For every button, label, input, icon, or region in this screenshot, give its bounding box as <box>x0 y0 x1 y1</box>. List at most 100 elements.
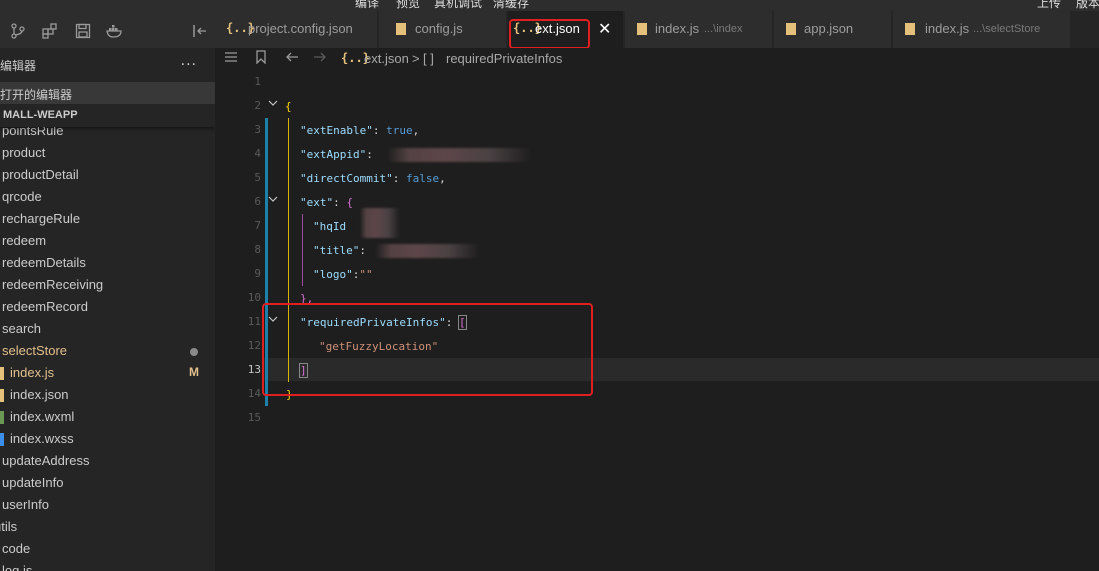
bookmark-icon[interactable] <box>255 50 267 67</box>
tree-item-log-js[interactable]: log.js <box>0 560 215 571</box>
redacted-blur <box>387 148 532 162</box>
tree-item-redeem[interactable]: redeem <box>0 230 215 252</box>
tree-item-code[interactable]: code <box>0 538 215 560</box>
menu-compile[interactable]: 编译 <box>355 0 379 11</box>
tree-item-label: index.js <box>10 365 55 380</box>
modified-dot-icon <box>190 348 198 356</box>
tree-item-utils[interactable]: utils <box>0 516 215 538</box>
tree-item-label: search <box>2 321 42 336</box>
line-number: 12 <box>247 339 261 352</box>
tree-item-search[interactable]: search <box>0 318 215 340</box>
tree-item-index-wxss[interactable]: index.wxss <box>0 428 215 450</box>
tree-item-label: index.json <box>10 387 69 402</box>
tree-item-productDetail[interactable]: productDetail <box>0 164 215 186</box>
redacted-blur <box>360 208 400 238</box>
line-number: 15 <box>247 411 261 424</box>
tree-item-label: qrcode <box>2 189 42 204</box>
tree-item-product[interactable]: product <box>0 142 215 164</box>
tree-item-label: product <box>2 145 46 160</box>
line-number: 7 <box>254 219 261 232</box>
explorer-header: 编辑器 ... <box>0 52 215 76</box>
docker-icon[interactable] <box>106 23 122 39</box>
tree-item-rechargeRule[interactable]: rechargeRule <box>0 208 215 230</box>
menu-preview[interactable]: 预览 <box>396 0 420 11</box>
json-file-icon <box>0 389 4 402</box>
open-editors-section[interactable]: 打开的编辑器 <box>0 82 215 104</box>
line-number: 6 <box>254 195 261 208</box>
tab-config-js[interactable]: config.js <box>379 11 507 48</box>
save-icon[interactable] <box>75 23 91 39</box>
tab-highlight-annotation <box>509 19 590 49</box>
code-line-2: { <box>285 100 292 113</box>
tree-item-label: code <box>2 541 31 556</box>
forward-arrow-icon[interactable] <box>313 50 327 67</box>
explorer-title: 编辑器 <box>0 59 37 73</box>
code-line-6: "ext": { <box>300 196 353 209</box>
tree-item-updateInfo[interactable]: updateInfo <box>0 472 215 494</box>
tab-project-config-json[interactable]: {..} project.config.json <box>215 11 378 48</box>
tree-item-label: updateInfo <box>2 475 64 490</box>
tab-label: project.config.json <box>248 21 353 36</box>
tree-item-label: redeemDetails <box>2 255 86 270</box>
more-actions-icon[interactable]: ... <box>181 52 197 70</box>
tree-item-updateAddress[interactable]: updateAddress <box>0 450 215 472</box>
array-symbol-icon: [ ] <box>423 51 434 66</box>
tree-item-index-js[interactable]: index.js M <box>0 362 215 384</box>
collapse-icon[interactable] <box>192 23 208 39</box>
menu-upload[interactable]: 上传 <box>1037 0 1061 11</box>
line-number: 14 <box>247 387 261 400</box>
menu-clear-cache[interactable]: 清缓存 <box>493 0 529 11</box>
tree-item-redeemReceiving[interactable]: redeemReceiving <box>0 274 215 296</box>
menu-version[interactable]: 版本 <box>1076 0 1099 11</box>
tab-label: config.js <box>415 21 463 36</box>
tab-description: ...\selectStore <box>973 23 1041 35</box>
tab-label: index.js <box>655 21 700 36</box>
sidebar-toolbar <box>0 11 215 48</box>
code-line-8: "title": <box>313 244 366 257</box>
line-number: 3 <box>254 123 261 136</box>
fold-chevron-icon[interactable] <box>268 195 278 206</box>
code-line-9: "logo":"" <box>313 268 373 281</box>
tab-index-js[interactable]: index.js ...\index <box>625 11 773 48</box>
menu-device-debug[interactable]: 真机调试 <box>434 0 482 11</box>
tree-item-label: rechargeRule <box>2 211 81 226</box>
project-section-header[interactable]: MALL-WEAPP <box>0 105 215 127</box>
tab-app-json[interactable]: app.json <box>774 11 892 48</box>
tree-item-index-wxml[interactable]: index.wxml <box>0 406 215 428</box>
menu-list-icon[interactable] <box>224 50 238 67</box>
tree-item-label: userInfo <box>2 497 49 512</box>
tree-item-index-json[interactable]: index.json <box>0 384 215 406</box>
tree-item-label: redeem <box>2 233 47 248</box>
tree-item-redeemDetails[interactable]: redeemDetails <box>0 252 215 274</box>
project-name: MALL-WEAPP <box>3 109 78 121</box>
tab-index-js-selectstore[interactable]: index.js ...\selectStore <box>893 11 1071 48</box>
tab-label: index.js <box>925 21 970 36</box>
close-icon[interactable]: ✕ <box>598 19 611 39</box>
line-number: 8 <box>254 243 261 256</box>
line-number: 10 <box>247 291 261 304</box>
extensions-icon[interactable] <box>42 23 58 39</box>
source-control-icon[interactable] <box>10 23 26 39</box>
tab-label: app.json <box>804 21 854 36</box>
breadcrumb-file[interactable]: ext.json <box>364 51 409 66</box>
back-arrow-icon[interactable] <box>285 50 299 67</box>
tree-item-qrcode[interactable]: qrcode <box>0 186 215 208</box>
line-number: 11 <box>247 315 261 328</box>
tree-item-label: updateAddress <box>2 453 90 468</box>
breadcrumb-node[interactable]: requiredPrivateInfos <box>446 51 562 66</box>
line-number: 2 <box>254 99 261 112</box>
redacted-blur <box>375 244 480 258</box>
js-file-icon <box>905 23 915 35</box>
fold-chevron-icon[interactable] <box>268 99 278 110</box>
js-file-icon <box>0 367 4 380</box>
tree-item-label: index.wxml <box>10 409 75 424</box>
tree-item-label: productDetail <box>2 167 79 182</box>
tree-item-selectStore[interactable]: selectStore <box>0 340 215 362</box>
js-file-icon <box>637 23 647 35</box>
tree-item-redeemRecord[interactable]: redeemRecord <box>0 296 215 318</box>
editor-tab-bar: {..} project.config.json config.js {..} … <box>215 11 1099 48</box>
tree-item-label: selectStore <box>2 343 68 358</box>
tree-item-userInfo[interactable]: userInfo <box>0 494 215 516</box>
tab-description: ...\index <box>704 23 743 35</box>
json-file-icon <box>786 23 796 35</box>
